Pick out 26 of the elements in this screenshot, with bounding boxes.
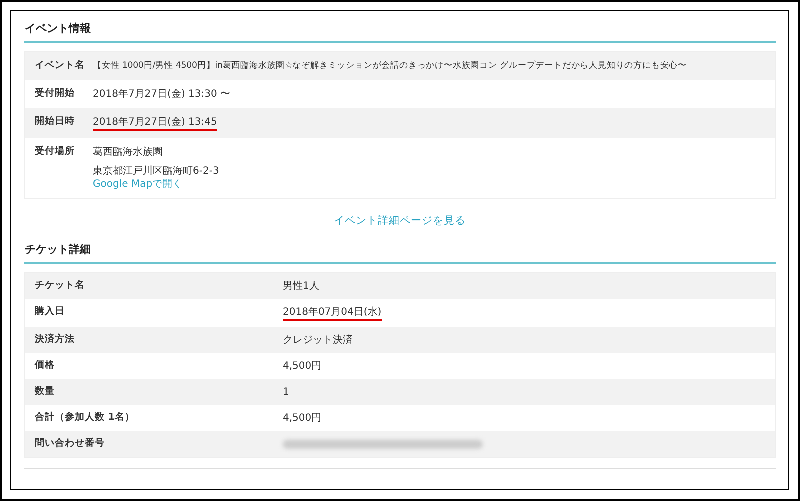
event-detail-link[interactable]: イベント詳細ページを見る — [334, 215, 466, 227]
row-label: 購入日 — [34, 304, 66, 319]
row-label: チケット名 — [34, 279, 86, 293]
row-value: 2018年07月04日(水) — [283, 306, 382, 321]
map-link[interactable]: Google Mapで開く — [93, 178, 183, 191]
row-label: 価格 — [34, 359, 56, 373]
row-label: 受付開始 — [34, 86, 76, 101]
row-value: 4,500円 — [283, 412, 322, 425]
row-value: 2018年7月27日(金) 13:30 〜 — [93, 88, 231, 101]
row-label: 合計（参加人数 1名） — [34, 410, 136, 425]
row-value: 2018年7月27日(金) 13:45 — [93, 116, 218, 131]
row-label: 問い合わせ番号 — [34, 436, 106, 451]
row-label: 受付場所 — [34, 144, 76, 159]
row-value: 4,500円 — [283, 360, 322, 373]
section-heading: イベント情報 — [25, 21, 92, 36]
row-value: 葛西臨海水族園 — [93, 146, 163, 159]
row-label: 開始日時 — [34, 115, 76, 129]
row-value: 【女性 1000円/男性 4500円】in葛西臨海水族園☆なぞ解きミッションが会話のきっかけ〜水族園コン グループデートだから人見知りの方にも安心〜 — [93, 60, 687, 73]
row-value: 1 — [283, 386, 290, 399]
row-value: 東京都江戸川区臨海町6-2-3 — [93, 165, 220, 178]
section-heading: チケット詳細 — [25, 242, 92, 257]
row-value: クレジット決済 — [283, 334, 353, 347]
row-label: イベント名 — [34, 59, 86, 73]
row-label: 数量 — [34, 385, 56, 399]
row-label: 決済方法 — [34, 332, 76, 347]
row-value: 男性1人 — [283, 280, 320, 293]
